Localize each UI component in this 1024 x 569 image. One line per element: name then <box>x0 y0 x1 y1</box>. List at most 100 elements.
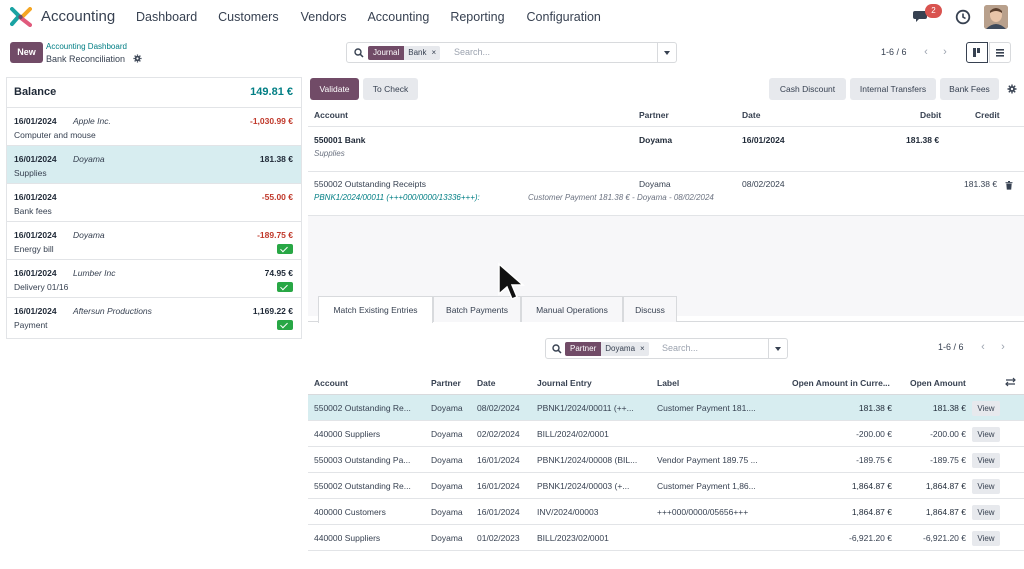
match-pager-next-icon[interactable]: › <box>996 340 1010 354</box>
kanban-icon <box>973 48 980 57</box>
match-table-row[interactable]: 400000 Customers Doyama 16/01/2024 INV/2024… <box>308 499 1024 525</box>
header-open-amount[interactable]: Open Amount <box>910 378 966 388</box>
menu-vendors[interactable]: Vendors <box>301 10 347 24</box>
column-settings-icon[interactable] <box>1005 377 1016 387</box>
statement-line[interactable]: 16/01/2024 Aftersun Productions 1,169.22 €… <box>7 297 301 335</box>
match-search-options-toggle[interactable] <box>768 339 787 358</box>
menu-dashboard[interactable]: Dashboard <box>136 10 197 24</box>
statement-amount: 181.38 € <box>259 154 293 164</box>
match-pager-value[interactable]: 1-6 / 6 <box>938 342 964 352</box>
match-table-row[interactable]: 440000 Suppliers Doyama 01/02/2023 BILL/202… <box>308 525 1024 551</box>
statement-line[interactable]: 16/01/2024 Doyama 181.38 € Supplies <box>7 145 301 183</box>
line-date: 16/01/2024 <box>742 135 785 145</box>
cash-discount-button[interactable]: Cash Discount <box>769 78 846 100</box>
header-partner[interactable]: Partner <box>431 378 461 388</box>
tab-discuss[interactable]: Discuss <box>623 296 677 322</box>
trash-icon[interactable] <box>1005 181 1013 190</box>
match-search-input[interactable]: Search... <box>662 343 698 353</box>
menu-accounting[interactable]: Accounting <box>367 10 429 24</box>
menu-configuration[interactable]: Configuration <box>527 10 601 24</box>
match-table-row[interactable]: 440000 Suppliers Doyama 02/02/2024 BILL/202… <box>308 421 1024 447</box>
menu-customers[interactable]: Customers <box>218 10 278 24</box>
to-check-button[interactable]: To Check <box>363 78 418 100</box>
user-avatar[interactable] <box>984 5 1008 29</box>
header-open-amount-currency[interactable]: Open Amount in Curre... <box>792 378 890 388</box>
row-date: 16/01/2024 <box>477 507 520 517</box>
statement-partner: Doyama <box>73 154 105 164</box>
facet-remove-icon[interactable]: × <box>639 342 649 356</box>
statement-label: Supplies <box>14 168 47 178</box>
view-button[interactable]: View <box>972 505 1000 520</box>
view-button[interactable]: View <box>972 479 1000 494</box>
statement-amount: -1,030.99 € <box>249 116 293 126</box>
search-bar[interactable]: Journal Bank × Search... <box>346 42 677 63</box>
row-open-amount: -6,921.20 € <box>922 533 966 543</box>
search-icon <box>552 344 562 354</box>
search-icon <box>354 48 364 58</box>
row-open-amount-currency: -200.00 € <box>856 429 892 439</box>
reconcile-table-header: Account Partner Date Debit Credit <box>308 104 1024 127</box>
breadcrumb-parent[interactable]: Accounting Dashboard <box>46 42 127 51</box>
view-button[interactable]: View <box>972 531 1000 546</box>
row-label: Customer Payment 181.... <box>657 403 756 413</box>
statement-line[interactable]: 16/01/2024 -55.00 € Bank fees <box>7 183 301 221</box>
pager-prev-icon[interactable]: ‹ <box>919 45 933 59</box>
validate-button[interactable]: Validate <box>310 78 359 100</box>
search-facet-partner: Partner Doyama × <box>565 342 649 356</box>
row-partner: Doyama <box>431 507 463 517</box>
row-date: 01/02/2023 <box>477 533 520 543</box>
accounting-app-icon[interactable] <box>10 7 32 27</box>
new-button[interactable]: New <box>10 42 43 63</box>
line-label: Supplies <box>314 149 345 158</box>
reconcile-line-outstanding[interactable]: 550002 Outstanding Receipts PBNK1/2024/0… <box>308 172 1024 216</box>
settings-gear-icon[interactable] <box>1007 84 1017 94</box>
app-name[interactable]: Accounting <box>41 8 115 25</box>
row-label: Customer Payment 1,86... <box>657 481 756 491</box>
statement-label: Bank fees <box>14 206 52 216</box>
header-journal-entry[interactable]: Journal Entry <box>537 378 592 388</box>
header-account[interactable]: Account <box>314 378 348 388</box>
header-account: Account <box>314 110 348 120</box>
tab-manual-operations[interactable]: Manual Operations <box>521 296 623 322</box>
statement-line[interactable]: 16/01/2024 Lumber Inc 74.95 € Delivery 01/1… <box>7 259 301 297</box>
match-table-row[interactable]: 550002 Outstanding Re... Doyama 08/02/2024… <box>308 395 1024 421</box>
tab-match-existing[interactable]: Match Existing Entries <box>318 296 433 323</box>
search-input[interactable]: Search... <box>454 47 490 57</box>
row-open-amount-currency: 1,864.87 € <box>851 507 892 517</box>
reconcile-line-bank[interactable]: 550001 Bank Supplies Doyama 16/01/2024 1… <box>308 127 1024 172</box>
facet-remove-icon[interactable]: × <box>430 46 441 60</box>
kanban-view-button[interactable] <box>966 42 988 63</box>
header-date[interactable]: Date <box>477 378 495 388</box>
row-open-amount: -200.00 € <box>930 429 966 439</box>
balance-value: 149.81 € <box>250 86 293 98</box>
bank-fees-button[interactable]: Bank Fees <box>940 78 999 100</box>
pager-next-icon[interactable]: › <box>938 45 952 59</box>
statement-line[interactable]: 16/01/2024 Doyama -189.75 € Energy bill <box>7 221 301 259</box>
view-button[interactable]: View <box>972 401 1000 416</box>
gear-icon[interactable] <box>133 54 142 63</box>
search-options-toggle[interactable] <box>657 43 676 62</box>
header-label[interactable]: Label <box>657 378 679 388</box>
view-button[interactable]: View <box>972 427 1000 442</box>
match-search-bar[interactable]: Partner Doyama × Search... <box>545 338 788 359</box>
line-entry-link[interactable]: PBNK1/2024/00011 (+++000/0000/13336+++): <box>314 193 480 202</box>
list-view-button[interactable] <box>989 42 1011 63</box>
statement-date: 16/01/2024 <box>14 306 57 316</box>
statement-partner: Lumber Inc <box>73 268 116 278</box>
statement-line[interactable]: 16/01/2024 Apple Inc. -1,030.99 € Computer … <box>7 107 301 145</box>
list-icon <box>996 49 1004 57</box>
match-pager-prev-icon[interactable]: ‹ <box>976 340 990 354</box>
line-credit: 181.38 € <box>964 179 998 189</box>
row-account: 550002 Outstanding Re... <box>314 403 411 413</box>
reconciled-check-icon <box>277 244 293 254</box>
match-table-row[interactable]: 550002 Outstanding Re... Doyama 16/01/2024… <box>308 473 1024 499</box>
view-button[interactable]: View <box>972 453 1000 468</box>
match-table-row[interactable]: 550003 Outstanding Pa... Doyama 16/01/2024… <box>308 447 1024 473</box>
clock-icon[interactable] <box>955 9 971 25</box>
statement-label: Computer and mouse <box>14 130 96 140</box>
line-debit: 181.38 € <box>906 135 940 145</box>
pager-value[interactable]: 1-6 / 6 <box>881 47 907 57</box>
menu-reporting[interactable]: Reporting <box>450 10 504 24</box>
row-label: Vendor Payment 189.75 ... <box>657 455 758 465</box>
internal-transfers-button[interactable]: Internal Transfers <box>850 78 936 100</box>
